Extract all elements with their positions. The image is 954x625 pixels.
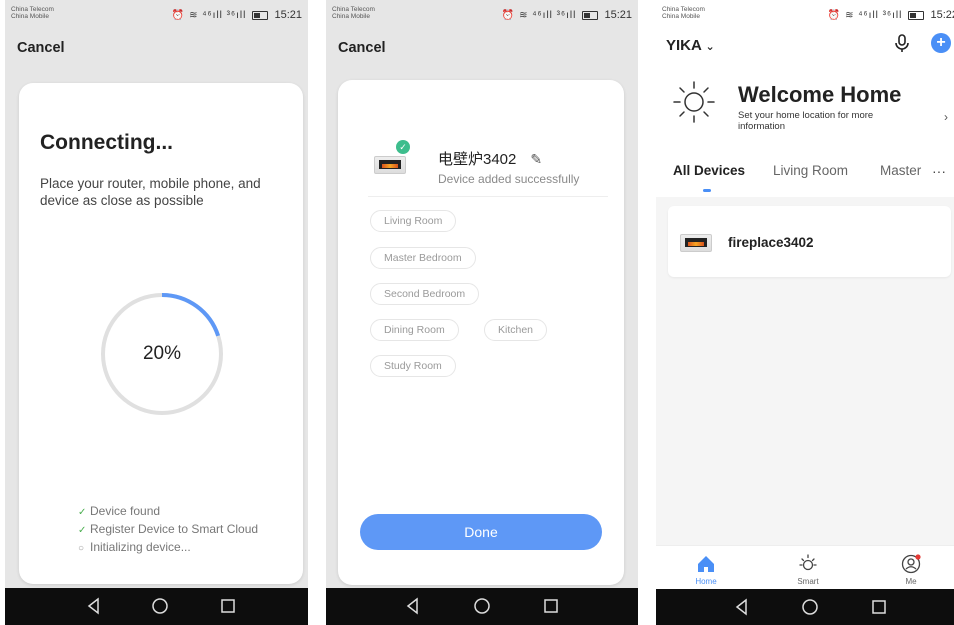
device-status: Device added successfully xyxy=(438,172,580,186)
welcome-title: Welcome Home xyxy=(738,82,902,107)
carrier-1: China Telecom xyxy=(662,6,705,13)
status-icons: ⏰ ≋ ⁴⁶ıll ³⁶ıll xyxy=(501,10,577,21)
back-triangle-icon[interactable] xyxy=(731,596,753,618)
clock: 15:21 xyxy=(604,9,632,21)
back-triangle-icon[interactable] xyxy=(402,595,424,617)
edit-pencil-icon[interactable]: ✎ xyxy=(530,151,542,168)
done-button[interactable]: Done xyxy=(360,514,602,550)
recents-square-icon[interactable] xyxy=(540,595,562,617)
screen-home: China Telecom China Mobile ⏰ ≋ ⁴⁶ıll ³⁶ı… xyxy=(656,0,954,625)
android-nav-bar xyxy=(656,589,954,625)
back-triangle-icon[interactable] xyxy=(83,595,105,617)
connecting-card: Connecting... Place your router, mobile … xyxy=(19,83,303,584)
room-chip-kitchen[interactable]: Kitchen xyxy=(484,319,548,341)
room-chip-living-room[interactable]: Living Room xyxy=(370,210,457,232)
microphone-icon[interactable] xyxy=(892,33,912,53)
device-added-card: ✓ 电壁炉3402 ✎ Device added successfully Liv… xyxy=(338,80,624,585)
connection-steps: ✓ Device found ✓ Register Device to Smart … xyxy=(78,503,258,557)
fireplace-icon xyxy=(680,234,712,252)
android-nav-bar xyxy=(5,588,308,625)
room-chip-second-bedroom[interactable]: Second Bedroom xyxy=(370,283,480,305)
pending-dot-icon: ○ xyxy=(78,543,85,554)
device-name: 电壁炉3402 xyxy=(438,151,517,168)
carrier-2: China Mobile xyxy=(11,13,49,20)
tab-living-room[interactable]: Living Room xyxy=(773,163,848,178)
carrier-2: China Mobile xyxy=(662,13,700,20)
battery-icon xyxy=(908,10,925,20)
carrier-1: China Telecom xyxy=(11,6,54,13)
recents-square-icon[interactable] xyxy=(868,596,890,618)
welcome-subtitle[interactable]: Set your home location for more informat… xyxy=(738,110,918,132)
screen-device-added: China Telecom China Mobile ⏰ ≋ ⁴⁶ıll ³⁶ı… xyxy=(326,0,638,625)
home-circle-icon[interactable] xyxy=(471,595,493,617)
page-title: Connecting... xyxy=(40,131,173,154)
tab-master[interactable]: Master xyxy=(880,163,921,178)
status-icons: ⏰ ≋ ⁴⁶ıll ³⁶ıll xyxy=(827,10,903,21)
bottom-tab-bar: Home Smart Me xyxy=(656,545,954,590)
step-register-cloud: ✓ Register Device to Smart Cloud xyxy=(78,521,258,539)
active-tab-indicator xyxy=(703,189,711,192)
room-chip-dining-room[interactable]: Dining Room xyxy=(370,319,459,341)
success-check-icon: ✓ xyxy=(396,140,410,154)
bottom-tab-home[interactable]: Home xyxy=(676,546,736,586)
room-chip-study-room[interactable]: Study Room xyxy=(370,355,456,377)
chevron-down-icon: ⌄ xyxy=(705,41,715,53)
add-device-button[interactable]: + xyxy=(931,33,951,53)
status-bar: China Telecom China Mobile ⏰ ≋ ⁴⁶ıll ³⁶ı… xyxy=(5,0,308,28)
home-header: China Telecom China Mobile ⏰ ≋ ⁴⁶ıll ³⁶ı… xyxy=(656,0,954,197)
recents-square-icon[interactable] xyxy=(217,595,239,617)
device-card-fireplace[interactable]: fireplace3402 xyxy=(668,206,951,277)
clock: 15:21 xyxy=(274,9,302,21)
sun-weather-icon xyxy=(673,81,715,123)
tab-all-devices[interactable]: All Devices xyxy=(673,163,745,178)
check-icon: ✓ xyxy=(78,507,87,518)
room-chip-master-bedroom[interactable]: Master Bedroom xyxy=(370,247,476,269)
progress-percentage: 20% xyxy=(142,343,182,364)
check-icon: ✓ xyxy=(78,525,87,536)
smart-sun-icon xyxy=(799,554,817,571)
android-nav-bar xyxy=(326,588,638,625)
profile-icon xyxy=(901,554,921,574)
device-info: ✓ 电壁炉3402 ✎ Device added successfully xyxy=(368,140,598,196)
room-tabs: All Devices Living Room Master ··· xyxy=(656,163,954,197)
chevron-right-icon[interactable]: › xyxy=(944,110,948,124)
more-tabs-icon[interactable]: ··· xyxy=(932,163,946,179)
carrier-2: China Mobile xyxy=(332,13,370,20)
status-bar: China Telecom China Mobile ⏰ ≋ ⁴⁶ıll ³⁶ı… xyxy=(656,0,954,28)
battery-icon xyxy=(582,10,599,20)
fireplace-icon xyxy=(374,156,406,174)
home-circle-icon[interactable] xyxy=(149,595,171,617)
carrier-1: China Telecom xyxy=(332,6,375,13)
step-device-found: ✓ Device found xyxy=(78,503,258,521)
home-icon xyxy=(698,556,714,572)
screen-connecting: China Telecom China Mobile ⏰ ≋ ⁴⁶ıll ³⁶ı… xyxy=(5,0,308,625)
home-circle-icon[interactable] xyxy=(799,596,821,618)
clock: 15:22 xyxy=(930,9,954,21)
cancel-button[interactable]: Cancel xyxy=(17,40,65,56)
bottom-tab-me[interactable]: Me xyxy=(881,546,941,586)
cancel-button[interactable]: Cancel xyxy=(338,40,386,56)
step-initializing: ○ Initializing device... xyxy=(78,539,258,557)
home-selector[interactable]: YIKA ⌄ xyxy=(666,37,715,54)
status-icons: ⏰ ≋ ⁴⁶ıll ³⁶ıll xyxy=(171,10,247,21)
connecting-instructions: Place your router, mobile phone, and dev… xyxy=(40,176,261,208)
device-name: fireplace3402 xyxy=(728,235,814,250)
divider xyxy=(368,196,608,197)
status-bar: China Telecom China Mobile ⏰ ≋ ⁴⁶ıll ³⁶ı… xyxy=(326,0,638,28)
bottom-tab-smart[interactable]: Smart xyxy=(778,546,838,586)
battery-icon xyxy=(252,10,269,20)
